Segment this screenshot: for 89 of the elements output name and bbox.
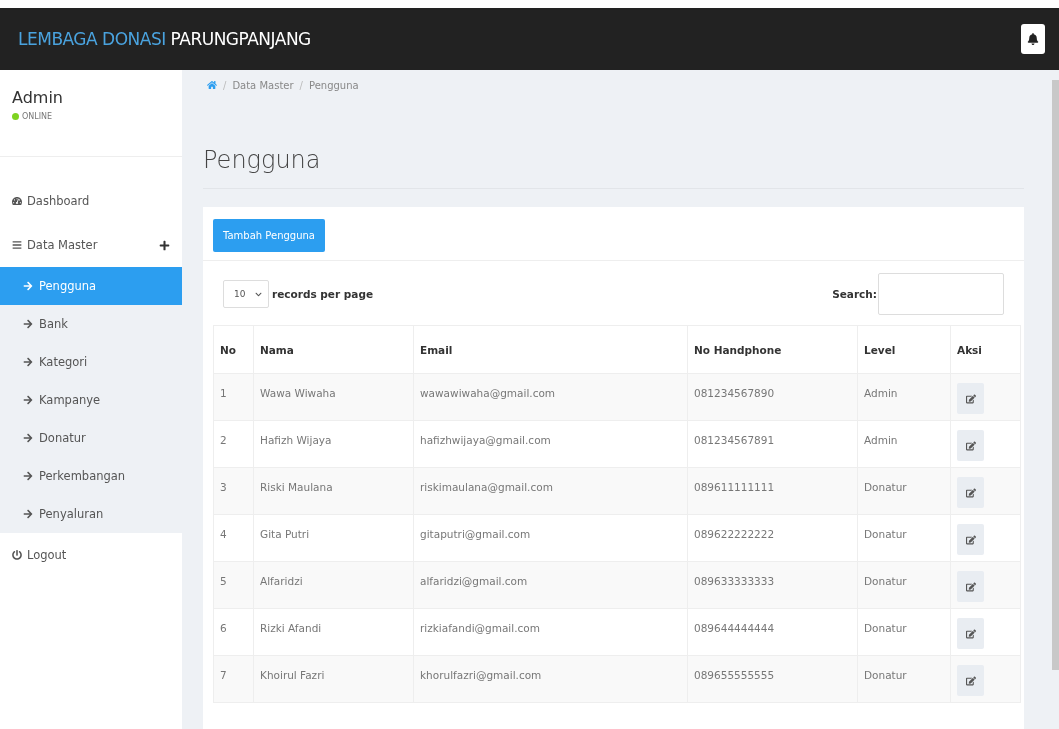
search-label: Search: [832, 288, 877, 300]
column-header[interactable]: Aksi [950, 325, 1021, 374]
table-cell: 7 [213, 655, 254, 703]
table-cell: 1 [213, 373, 254, 421]
arrow-icon [23, 433, 33, 443]
table-cell: Rizki Afandi [253, 608, 414, 656]
table-cell: Donatur [857, 467, 951, 515]
arrow-icon [23, 319, 33, 329]
table-cell: gitaputri@gmail.com [413, 514, 688, 562]
nav-item[interactable]: Data Master [0, 223, 182, 267]
table-cell: Admin [857, 373, 951, 421]
power-icon [12, 550, 22, 560]
edit-icon [965, 675, 976, 686]
table-cell: rizkiafandi@gmail.com [413, 608, 688, 656]
table-cell: 6 [213, 608, 254, 656]
arrow-icon [23, 281, 33, 291]
table-cell: 5 [213, 561, 254, 609]
user-name: Admin [12, 88, 64, 107]
column-header[interactable]: Level [857, 325, 951, 374]
home-icon[interactable] [207, 80, 217, 90]
bell-icon[interactable] [1021, 24, 1045, 54]
dashboard-icon [12, 196, 22, 206]
column-header[interactable]: No [213, 325, 254, 374]
edit-button[interactable] [957, 524, 984, 555]
page-size-label: records per page [272, 288, 374, 300]
table-cell: Wawa Wiwaha [253, 373, 414, 421]
edit-icon [965, 581, 976, 592]
table-cell: 081234567891 [687, 420, 858, 468]
table-cell: 4 [213, 514, 254, 562]
nav-subitem[interactable]: Perkembangan [0, 457, 182, 495]
arrow-icon [23, 471, 33, 481]
nav-subitem[interactable]: Donatur [0, 419, 182, 457]
page-size-select[interactable]: 10 [223, 280, 269, 308]
edit-icon [965, 440, 976, 451]
arrow-icon [23, 509, 33, 519]
nav-item[interactable]: Logout [0, 533, 182, 577]
breadcrumb-separator: / [299, 79, 303, 91]
nav-subitem[interactable]: Penyaluran [0, 495, 182, 533]
table-cell: khorulfazri@gmail.com [413, 655, 688, 703]
table-cell: 089611111111 [687, 467, 858, 515]
scrollbar-thumb[interactable] [1052, 80, 1059, 670]
table-cell: riskimaulana@gmail.com [413, 467, 688, 515]
table-cell: Admin [857, 420, 951, 468]
table-cell: hafizhwijaya@gmail.com [413, 420, 688, 468]
table-cell: Donatur [857, 655, 951, 703]
edit-button[interactable] [957, 477, 984, 508]
brand-title[interactable]: LEMBAGA DONASI PARUNGPANJANG [18, 29, 311, 49]
arrow-icon [23, 357, 33, 367]
column-header[interactable]: Nama [253, 325, 414, 374]
table-cell: 089644444444 [687, 608, 858, 656]
chevron-icon [255, 290, 262, 298]
table-cell: Gita Putri [253, 514, 414, 562]
table-cell: Hafizh Wijaya [253, 420, 414, 468]
edit-icon [965, 393, 976, 404]
table-cell: 089655555555 [687, 655, 858, 703]
search-field[interactable] [878, 273, 1004, 315]
table-cell: Donatur [857, 608, 951, 656]
edit-button[interactable] [957, 430, 984, 461]
column-header[interactable]: No Handphone [687, 325, 858, 374]
table-cell: Khoirul Fazri [253, 655, 414, 703]
arrow-icon [23, 395, 33, 405]
table-cell: 3 [213, 467, 254, 515]
table-cell: wawawiwaha@gmail.com [413, 373, 688, 421]
page-title: Pengguna [203, 146, 1024, 189]
nav-item[interactable]: Dashboard [0, 179, 182, 223]
table-cell: Donatur [857, 561, 951, 609]
table-cell: Donatur [857, 514, 951, 562]
table-cell: 2 [213, 420, 254, 468]
table-cell: Alfaridzi [253, 561, 414, 609]
table-cell: 089633333333 [687, 561, 858, 609]
table-cell: Riski Maulana [253, 467, 414, 515]
edit-icon [965, 534, 976, 545]
edit-button[interactable] [957, 618, 984, 649]
status-text: ONLINE [22, 112, 53, 121]
nav-subitem[interactable]: Bank [0, 305, 182, 343]
list-icon [12, 240, 22, 250]
table-cell: alfaridzi@gmail.com [413, 561, 688, 609]
table-cell: 081234567890 [687, 373, 858, 421]
plus-icon[interactable] [159, 239, 170, 251]
edit-button[interactable] [957, 665, 984, 696]
edit-icon [965, 487, 976, 498]
edit-button[interactable] [957, 571, 984, 602]
edit-button[interactable] [957, 383, 984, 414]
breadcrumb-separator: / [223, 79, 227, 91]
column-header[interactable]: Email [413, 325, 688, 374]
nav-subitem[interactable]: Kampanye [0, 381, 182, 419]
table-cell: 089622222222 [687, 514, 858, 562]
nav-subitem[interactable]: Kategori [0, 343, 182, 381]
edit-icon [965, 628, 976, 639]
